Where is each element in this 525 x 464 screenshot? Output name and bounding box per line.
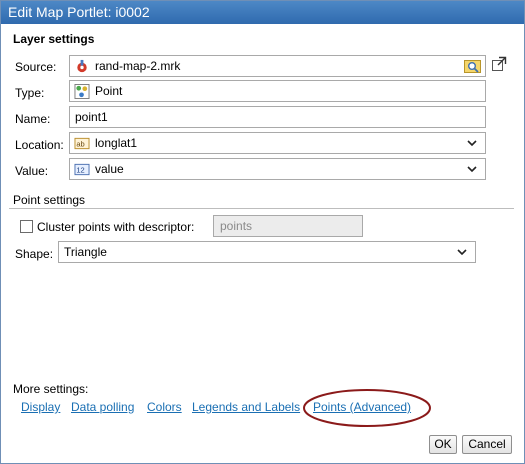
source-label: Source: [15,60,57,74]
cluster-descriptor-input: points [213,215,363,237]
type-label: Type: [15,86,45,100]
map-marker-icon [77,59,87,73]
chevron-down-icon [457,249,467,256]
shape-select[interactable]: Triangle [58,241,476,263]
data-polling-link[interactable]: Data polling [71,400,134,414]
value-select[interactable]: 12 value [69,158,486,180]
point-settings-heading: Point settings [13,193,86,207]
source-value: rand-map-2.mrk [95,59,181,73]
legends-and-labels-link[interactable]: Legends and Labels [192,400,300,414]
ok-button[interactable]: OK [429,435,457,454]
svg-text:ab: ab [76,139,84,148]
edit-map-portlet-dialog: Edit Map Portlet: i0002 Layer settings S… [0,0,525,464]
type-value: Point [95,84,123,98]
value-value: value [95,162,124,176]
text-field-icon: ab [74,137,90,150]
point-layer-icon [74,84,90,99]
shape-value: Triangle [64,245,107,259]
value-label: Value: [15,164,49,178]
cluster-label: Cluster points with descriptor: [37,220,195,234]
point-settings-divider [9,208,514,209]
shape-label: Shape: [15,247,54,261]
location-select[interactable]: ab longlat1 [69,132,486,154]
name-input[interactable]: point1 [69,106,486,128]
numeric-field-icon: 12 [74,163,90,176]
chevron-down-icon [467,166,477,173]
location-label: Location: [15,138,64,152]
location-value: longlat1 [95,136,138,150]
cluster-checkbox[interactable] [20,220,33,233]
folder-search-icon[interactable] [464,58,481,74]
highlight-ellipse [303,389,431,427]
layer-settings-heading: Layer settings [13,32,95,46]
cancel-button[interactable]: Cancel [462,435,512,454]
chevron-down-icon [467,140,477,147]
svg-text:12: 12 [76,165,84,174]
dialog-title: Edit Map Portlet: i0002 [1,1,524,24]
source-field[interactable]: rand-map-2.mrk [69,55,486,77]
type-field: Point [69,80,486,102]
open-external-icon[interactable] [491,56,507,72]
more-settings-heading: More settings: [13,382,89,396]
name-label: Name: [15,112,51,126]
display-link[interactable]: Display [21,400,60,414]
colors-link[interactable]: Colors [147,400,182,414]
name-value: point1 [75,110,108,124]
